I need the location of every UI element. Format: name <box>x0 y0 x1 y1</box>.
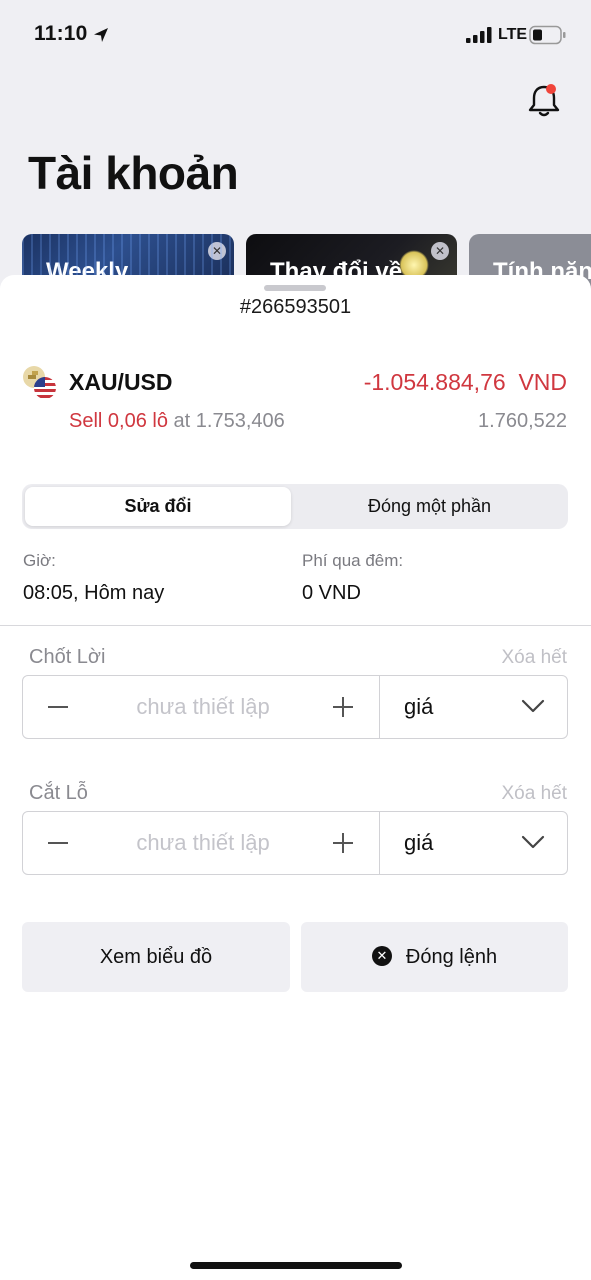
stop-loss-type-select[interactable]: giá <box>379 812 567 874</box>
close-circle-icon: ✕ <box>371 945 392 966</box>
location-arrow-icon <box>94 28 108 42</box>
home-indicator[interactable] <box>190 1262 402 1269</box>
instrument-icon <box>23 366 56 399</box>
signal-icon <box>466 27 492 43</box>
take-profit-input-row: giá <box>22 675 568 739</box>
instrument-name: XAU/USD <box>69 369 173 395</box>
network-type: LTE <box>498 26 528 43</box>
profit-loss-currency: VND <box>518 369 567 395</box>
swap-label: Phí qua đêm: <box>302 551 404 570</box>
at-label: at <box>173 410 191 432</box>
plus-icon[interactable] <box>313 812 373 874</box>
notifications-button[interactable] <box>524 83 564 119</box>
trade-side-volume: Sell 0,06 lô <box>69 410 168 432</box>
mode-segmented-control: Sửa đổi Đóng một phần <box>22 484 568 529</box>
status-bar: 11:10 LTE <box>0 0 591 70</box>
plus-icon[interactable] <box>313 676 373 738</box>
view-chart-label: Xem biểu đồ <box>99 946 213 968</box>
current-price: 1.760,522 <box>478 410 567 432</box>
stop-loss-input-row: giá <box>22 811 568 875</box>
time-label: Giờ: <box>23 551 56 570</box>
chevron-down-icon <box>521 835 545 849</box>
us-flag-icon <box>34 377 56 399</box>
take-profit-label: Chốt Lời <box>29 646 106 668</box>
open-price: 1.753,406 <box>195 410 285 432</box>
divider <box>0 625 591 626</box>
trade-details: Sell 0,06 lô at 1.753,406 <box>69 410 285 433</box>
tab-partial-close[interactable]: Đóng một phần <box>294 487 565 526</box>
view-chart-button[interactable]: Xem biểu đồ <box>22 922 290 992</box>
take-profit-clear-button[interactable]: Xóa hết <box>502 647 568 669</box>
time-value: 08:05, Hôm nay <box>23 582 165 604</box>
take-profit-type-value: giá <box>404 694 434 719</box>
tab-modify[interactable]: Sửa đổi <box>25 487 291 526</box>
take-profit-input[interactable] <box>103 676 303 738</box>
order-id: #266593501 <box>239 296 352 318</box>
profit-loss: -1.054.884,76 VND <box>364 369 567 396</box>
stop-loss-type-value: giá <box>404 830 434 855</box>
bell-icon <box>528 85 560 117</box>
status-time: 11:10 <box>34 22 88 45</box>
close-icon[interactable]: ✕ <box>208 242 226 260</box>
stop-loss-clear-button[interactable]: Xóa hết <box>502 783 568 805</box>
take-profit-type-select[interactable]: giá <box>379 676 567 738</box>
close-order-label: Đóng lệnh <box>405 946 498 968</box>
order-sheet: #266593501 XAU/USD -1.054.884,76 VND Sel… <box>0 275 591 1280</box>
minus-icon[interactable] <box>23 812 93 874</box>
chevron-down-icon <box>521 699 545 713</box>
page-title: Tài khoản <box>28 147 239 199</box>
drag-handle[interactable] <box>264 285 326 291</box>
notification-dot <box>546 84 556 94</box>
close-order-button[interactable]: ✕ Đóng lệnh <box>301 922 568 992</box>
close-icon[interactable]: ✕ <box>431 242 449 260</box>
minus-icon[interactable] <box>23 676 93 738</box>
stop-loss-input[interactable] <box>103 812 303 874</box>
swap-value: 0 VND <box>302 582 361 604</box>
profit-loss-value: -1.054.884,76 <box>363 369 506 395</box>
stop-loss-label: Cắt Lỗ <box>29 782 88 804</box>
battery-icon <box>529 25 566 45</box>
